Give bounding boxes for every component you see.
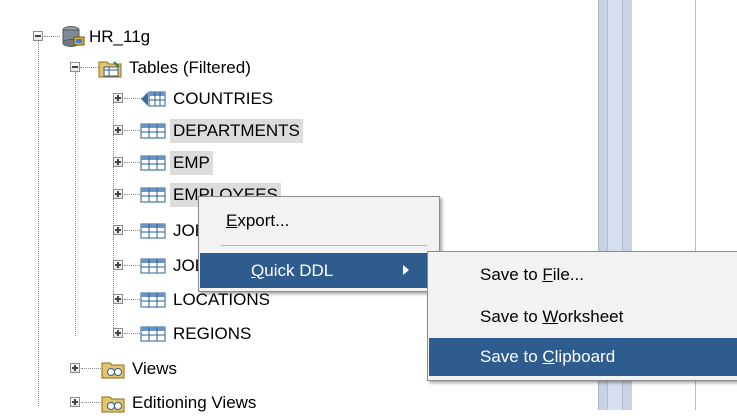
save-to-clipboard-menu-item[interactable]: Save to Clipboard [429,338,737,376]
tree-node-departments[interactable]: DEPARTMENTS [140,116,303,146]
save-to-worksheet-menu-item[interactable]: Save to Worksheet [429,298,737,336]
expand-job-history-toggle[interactable] [113,260,123,270]
expand-editioning-views-toggle[interactable] [70,397,80,407]
tree-node-views[interactable]: Views [101,354,180,384]
expand-countries-toggle[interactable] [113,93,123,103]
table-icon [140,123,166,139]
table-icon [140,187,166,203]
tree-node-tables-filtered[interactable]: Tables (Filtered) [98,53,254,83]
export-menu-item[interactable]: Export... [200,201,438,241]
expand-emp-toggle[interactable] [113,157,123,167]
menu-separator [221,245,427,246]
tree-node-label: DEPARTMENTS [170,119,303,143]
table-icon [140,292,166,308]
view-folder-icon [101,396,125,413]
tree-node-hr-11g[interactable]: HR_11g [60,22,153,52]
expand-employees-toggle[interactable] [113,189,123,199]
tree-node-label: Editioning Views [132,393,257,412]
expand-locations-toggle[interactable] [113,294,123,304]
collapse-hr-11g-toggle[interactable] [33,31,43,41]
table-icon [140,258,166,274]
tree-node-label: Views [132,359,178,378]
table-folder-icon [98,61,122,78]
database-connection-icon [62,26,85,47]
save-to-file-menu-item[interactable]: Save to File... [429,256,737,294]
quick-ddl-menu-item[interactable]: Quick DDL [200,253,438,288]
tree-node-label: HR_11g [89,27,151,46]
tree-node-regions[interactable]: REGIONS [140,319,254,349]
index-organized-table-icon [141,91,166,107]
tree-node-editioning-views[interactable]: Editioning Views [101,388,259,418]
export-menu-label: Export... [226,211,290,230]
collapse-tables-toggle[interactable] [70,62,80,72]
expand-jobs-toggle[interactable] [113,225,123,235]
table-icon [140,155,166,171]
table-icon [140,326,166,342]
save-to-worksheet-label: Save to Worksheet [480,307,624,326]
expand-views-toggle[interactable] [70,363,80,373]
expand-regions-toggle[interactable] [113,328,123,338]
tree-node-label: Tables (Filtered) [129,58,251,77]
expand-departments-toggle[interactable] [113,125,123,135]
quick-ddl-submenu: Save to File... Save to Worksheet Save t… [427,251,737,381]
tree-node-label: REGIONS [173,324,252,343]
submenu-arrow-icon [403,265,409,275]
table-icon [140,223,166,239]
save-to-file-label: Save to File... [480,265,584,284]
save-to-clipboard-label: Save to Clipboard [480,347,616,366]
tree-node-label: COUNTRIES [173,89,274,108]
tree-node-emp[interactable]: EMP [140,148,213,178]
quick-ddl-menu-label: Quick DDL [251,260,334,280]
view-folder-icon [101,362,125,379]
tree-node-countries[interactable]: COUNTRIES [140,84,276,114]
context-menu: Export... Quick DDL [198,196,440,292]
tree-node-label: EMP [170,151,213,175]
